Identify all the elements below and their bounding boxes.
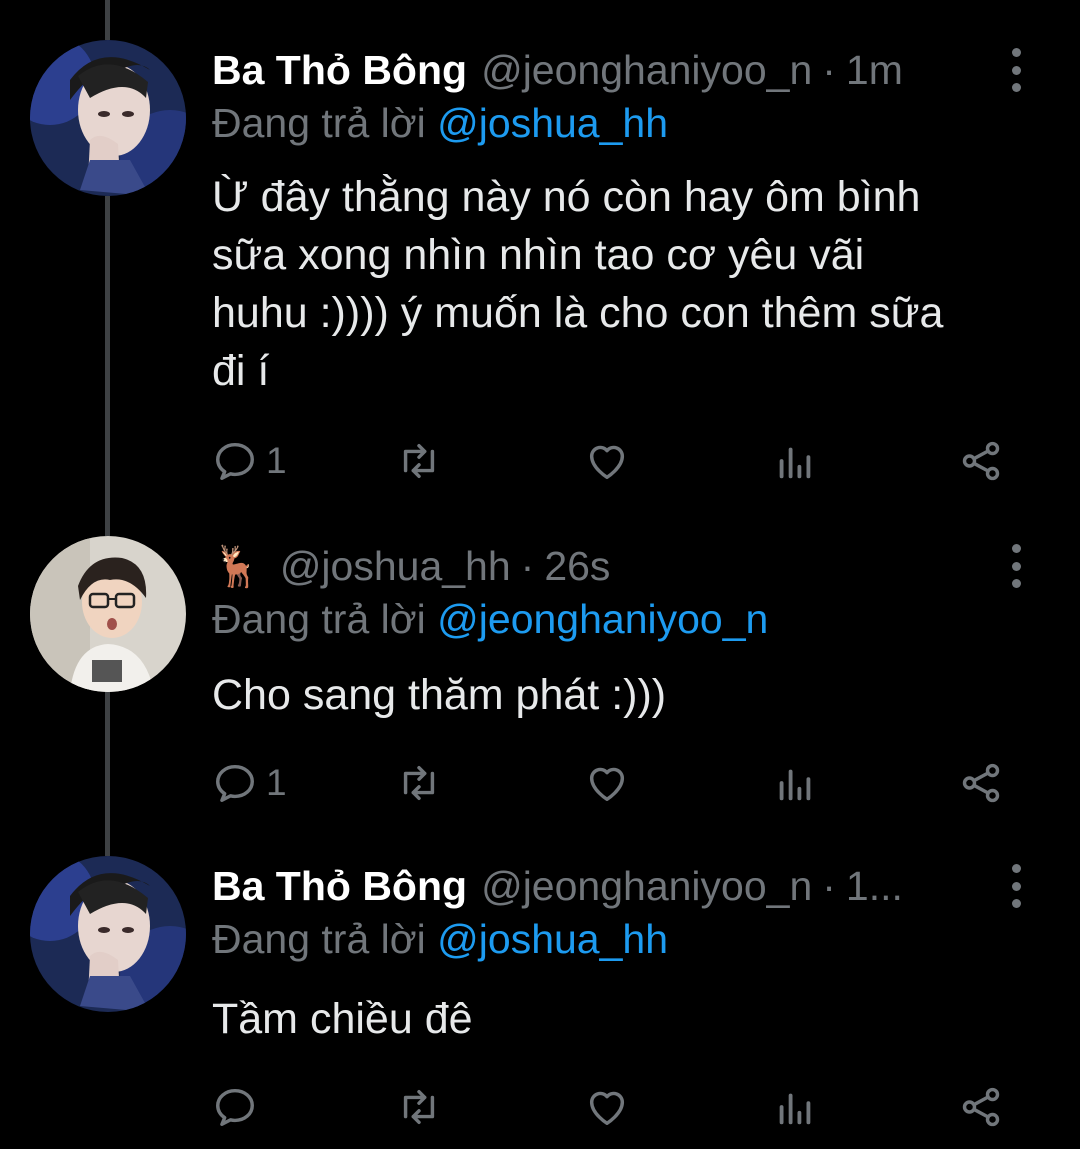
more-options-icon[interactable] [1002, 48, 1030, 92]
timestamp[interactable]: 1... [846, 863, 903, 910]
user-handle[interactable]: @jeonghaniyoo_n [481, 863, 812, 910]
analytics-icon [779, 1093, 811, 1125]
analytics-icon [779, 769, 811, 801]
heart-icon [589, 767, 625, 802]
reply-icon [216, 1088, 254, 1126]
views-button[interactable] [772, 1082, 818, 1132]
replying-prefix: Đang trả lời [212, 100, 426, 146]
separator-dot: · [822, 862, 836, 909]
like-button[interactable] [584, 758, 630, 808]
reply-icon [216, 442, 254, 480]
display-name[interactable]: Ba Thỏ Bông [212, 863, 467, 910]
heart-icon [589, 445, 625, 480]
tweet-actions: 1 [212, 436, 1012, 486]
avatar[interactable] [30, 40, 186, 196]
tweet[interactable]: Ba Thỏ Bông @jeonghaniyoo_n · 1... Đang … [0, 856, 1080, 1146]
mention-link[interactable]: @joshua_hh [437, 100, 668, 146]
like-button[interactable] [584, 436, 630, 486]
user-handle[interactable]: @joshua_hh [280, 543, 511, 590]
retweet-icon [403, 765, 435, 801]
tweet-text-line: đi í [212, 347, 270, 395]
retweet-button[interactable] [396, 758, 442, 808]
like-button[interactable] [584, 1082, 630, 1132]
retweet-button[interactable] [396, 436, 442, 486]
share-icon [962, 441, 1000, 481]
share-icon [962, 1087, 1000, 1127]
reply-count: 1 [266, 440, 287, 481]
user-handle[interactable]: @jeonghaniyoo_n [481, 47, 812, 94]
avatar[interactable] [30, 856, 186, 1012]
more-options-icon[interactable] [1002, 864, 1030, 908]
replying-prefix: Đang trả lời [212, 596, 426, 642]
mention-link[interactable]: @jeonghaniyoo_n [437, 596, 768, 642]
retweet-button[interactable] [396, 1082, 442, 1132]
tweet-text-line: huhu :)))) ý muốn là cho con thêm sữa [212, 289, 944, 337]
replying-prefix: Đang trả lời [212, 916, 426, 962]
reply-button[interactable]: 1 [212, 436, 287, 486]
reply-button[interactable] [212, 1082, 266, 1132]
views-button[interactable] [772, 436, 818, 486]
analytics-icon [779, 447, 811, 479]
reply-button[interactable]: 1 [212, 758, 287, 808]
tweet-text-line: Tầm chiều đê [212, 995, 473, 1043]
deer-emoji[interactable]: 🦌 [212, 543, 262, 590]
retweet-icon [403, 443, 435, 479]
tweet-header: 🦌 @joshua_hh · 26s [212, 536, 992, 596]
share-button[interactable] [958, 1082, 1004, 1132]
reply-count: 1 [266, 762, 287, 803]
share-icon [962, 763, 1000, 803]
tweet-text-line: Cho sang thăm phát :))) [212, 671, 667, 719]
tweet-text: Tầm chiều đê [212, 990, 1042, 1048]
tweet-header: Ba Thỏ Bông @jeonghaniyoo_n · 1... [212, 856, 992, 916]
tweet-actions: 1 [212, 758, 1012, 808]
tweet[interactable]: Ba Thỏ Bông @jeonghaniyoo_n · 1m Đang tr… [0, 40, 1080, 510]
share-button[interactable] [958, 758, 1004, 808]
tweet-text: Cho sang thăm phát :))) [212, 666, 1042, 724]
tweet-text: Ừ đây thằng này nó còn hay ôm bình sữa x… [212, 168, 1042, 400]
tweet[interactable]: 🦌 @joshua_hh · 26s Đang trả lời @jeongha… [0, 536, 1080, 826]
views-button[interactable] [772, 758, 818, 808]
heart-icon [589, 1091, 625, 1126]
separator-dot: · [822, 46, 836, 93]
tweet-actions [212, 1082, 1012, 1132]
display-name[interactable]: Ba Thỏ Bông [212, 47, 467, 94]
avatar[interactable] [30, 536, 186, 692]
tweet-text-line: sữa xong nhìn nhìn tao cơ yêu vãi [212, 231, 865, 279]
tweet-header: Ba Thỏ Bông @jeonghaniyoo_n · 1m [212, 40, 992, 100]
mention-link[interactable]: @joshua_hh [437, 916, 668, 962]
separator-dot: · [520, 542, 535, 589]
more-options-icon[interactable] [1002, 544, 1030, 588]
thread-line [105, 0, 110, 40]
timestamp[interactable]: 1m [846, 47, 903, 94]
timestamp[interactable]: 26s [544, 543, 610, 590]
share-button[interactable] [958, 436, 1004, 486]
retweet-icon [403, 1089, 435, 1125]
tweet-text-line: Ừ đây thằng này nó còn hay ôm bình [212, 173, 921, 221]
replying-to: Đang trả lời @joshua_hh [212, 916, 668, 963]
reply-icon [216, 764, 254, 802]
replying-to: Đang trả lời @joshua_hh [212, 100, 668, 147]
replying-to: Đang trả lời @jeonghaniyoo_n [212, 596, 768, 643]
